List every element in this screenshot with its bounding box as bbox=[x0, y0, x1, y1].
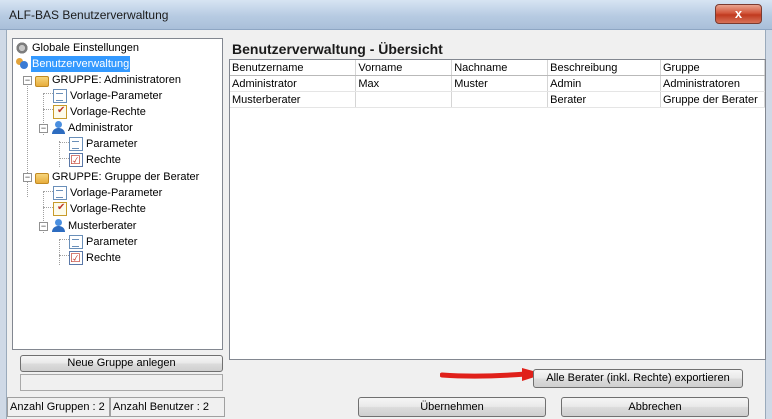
tree-item-label: Vorlage-Rechte bbox=[70, 203, 146, 215]
folder-icon bbox=[35, 75, 49, 87]
table-cell: Berater bbox=[547, 91, 661, 108]
user-icon bbox=[51, 219, 65, 233]
table-cell: Administrator bbox=[230, 75, 357, 92]
tree-line bbox=[43, 93, 53, 94]
tree-item-template-parameters[interactable]: Vorlage-Parameter bbox=[53, 88, 163, 104]
tree-item-rights[interactable]: Rechte bbox=[69, 152, 122, 168]
document-icon bbox=[53, 89, 67, 103]
column-header[interactable]: Beschreibung bbox=[547, 60, 661, 76]
table-cell: Admin bbox=[547, 75, 661, 92]
collapse-icon[interactable]: − bbox=[23, 173, 32, 182]
checkbox-document-icon bbox=[69, 152, 83, 168]
close-button[interactable]: x bbox=[715, 4, 762, 24]
title-bar: ALF-BAS Benutzerverwaltung x bbox=[0, 0, 772, 30]
tree-line bbox=[59, 255, 69, 256]
tree-item-label: Rechte bbox=[86, 252, 121, 264]
tree-line bbox=[59, 239, 60, 265]
tree-line bbox=[59, 158, 69, 159]
user-count-status: Anzahl Benutzer : 2 bbox=[110, 397, 225, 417]
window-title: ALF-BAS Benutzerverwaltung bbox=[9, 8, 169, 22]
tree-line bbox=[59, 141, 60, 167]
tree-item-parameters[interactable]: Parameter bbox=[69, 234, 138, 250]
tree-line bbox=[43, 207, 53, 208]
apply-button[interactable]: Übernehmen bbox=[358, 397, 546, 417]
rights-template-icon bbox=[53, 200, 67, 216]
tree-item-global-settings[interactable]: Globale Einstellungen bbox=[15, 40, 140, 56]
tree-item-template-parameters[interactable]: Vorlage-Parameter bbox=[53, 185, 163, 201]
checkbox-document-icon bbox=[69, 250, 83, 266]
tree-item-user-management[interactable]: Benutzerverwaltung bbox=[15, 56, 131, 72]
document-icon bbox=[69, 137, 83, 151]
tree-item-user-administrator[interactable]: Administrator bbox=[51, 120, 134, 136]
rights-template-icon bbox=[53, 103, 67, 119]
table-row[interactable]: Administrator Max Muster Admin Administr… bbox=[230, 75, 765, 92]
column-header[interactable]: Nachname bbox=[451, 60, 549, 76]
export-advisors-button[interactable]: Alle Berater (inkl. Rechte) exportieren bbox=[533, 369, 743, 388]
tree-item-template-rights[interactable]: Vorlage-Rechte bbox=[53, 200, 147, 217]
tree-item-label: Rechte bbox=[86, 154, 121, 166]
table-cell bbox=[355, 91, 453, 108]
folder-icon bbox=[35, 172, 49, 184]
table-cell: Musterberater bbox=[230, 91, 357, 108]
tree-item-label: GRUPPE: Gruppe der Berater bbox=[52, 171, 200, 183]
tree-line bbox=[59, 239, 69, 240]
tree-item-label: Parameter bbox=[86, 236, 138, 248]
tree-item-user-musterberater[interactable]: Musterberater bbox=[51, 218, 137, 234]
tree-item-label: Administrator bbox=[68, 122, 133, 134]
user-icon bbox=[51, 121, 65, 135]
tree-item-label: Vorlage-Parameter bbox=[70, 90, 163, 102]
gear-icon bbox=[15, 41, 29, 55]
tree-line bbox=[43, 109, 53, 110]
user-table[interactable]: Benutzername Vorname Nachname Beschreibu… bbox=[229, 59, 766, 360]
column-header[interactable]: Benutzername bbox=[230, 60, 357, 76]
tree-item-template-rights[interactable]: Vorlage-Rechte bbox=[53, 103, 147, 120]
collapse-icon[interactable]: − bbox=[23, 76, 32, 85]
tree-line bbox=[59, 142, 69, 143]
group-count-status: Anzahl Gruppen : 2 bbox=[7, 397, 110, 417]
table-cell: Administratoren bbox=[660, 75, 765, 92]
tree-item-parameters[interactable]: Parameter bbox=[69, 136, 138, 152]
tree-item-group-administrators[interactable]: GRUPPE: Administratoren bbox=[35, 72, 182, 88]
table-cell: Max bbox=[355, 75, 453, 92]
tree-item-label: Vorlage-Rechte bbox=[70, 106, 146, 118]
table-cell bbox=[451, 91, 549, 108]
tree-item-rights[interactable]: Rechte bbox=[69, 250, 122, 266]
column-header[interactable]: Gruppe bbox=[660, 60, 765, 76]
document-icon bbox=[69, 235, 83, 249]
tree-item-label: Vorlage-Parameter bbox=[70, 187, 163, 199]
close-icon: x bbox=[734, 6, 743, 21]
tree-item-label: Parameter bbox=[86, 138, 138, 150]
table-cell: Muster bbox=[451, 75, 549, 92]
table-header-row: Benutzername Vorname Nachname Beschreibu… bbox=[230, 60, 765, 76]
new-group-button[interactable]: Neue Gruppe anlegen bbox=[20, 355, 223, 372]
document-icon bbox=[53, 186, 67, 200]
table-cell: Gruppe der Berater bbox=[660, 91, 765, 108]
tree-line bbox=[43, 191, 53, 192]
users-icon bbox=[15, 57, 29, 71]
collapse-icon[interactable]: − bbox=[39, 222, 48, 231]
tree-item-label: GRUPPE: Administratoren bbox=[52, 74, 181, 86]
tree-item-label: Benutzerverwaltung bbox=[31, 56, 131, 72]
new-group-input[interactable] bbox=[20, 374, 223, 391]
navigation-tree[interactable]: Globale Einstellungen Benutzerverwaltung… bbox=[12, 38, 223, 350]
tree-item-group-advisors[interactable]: GRUPPE: Gruppe der Berater bbox=[35, 169, 200, 185]
column-header[interactable]: Vorname bbox=[355, 60, 453, 76]
table-row[interactable]: Musterberater Berater Gruppe der Berater bbox=[230, 91, 765, 108]
cancel-button[interactable]: Abbrechen bbox=[561, 397, 749, 417]
red-arrow-icon bbox=[440, 368, 544, 381]
tree-item-label: Globale Einstellungen bbox=[32, 42, 140, 54]
collapse-icon[interactable]: − bbox=[39, 124, 48, 133]
tree-item-label: Musterberater bbox=[68, 220, 137, 232]
page-title: Benutzerverwaltung - Übersicht bbox=[232, 41, 443, 57]
